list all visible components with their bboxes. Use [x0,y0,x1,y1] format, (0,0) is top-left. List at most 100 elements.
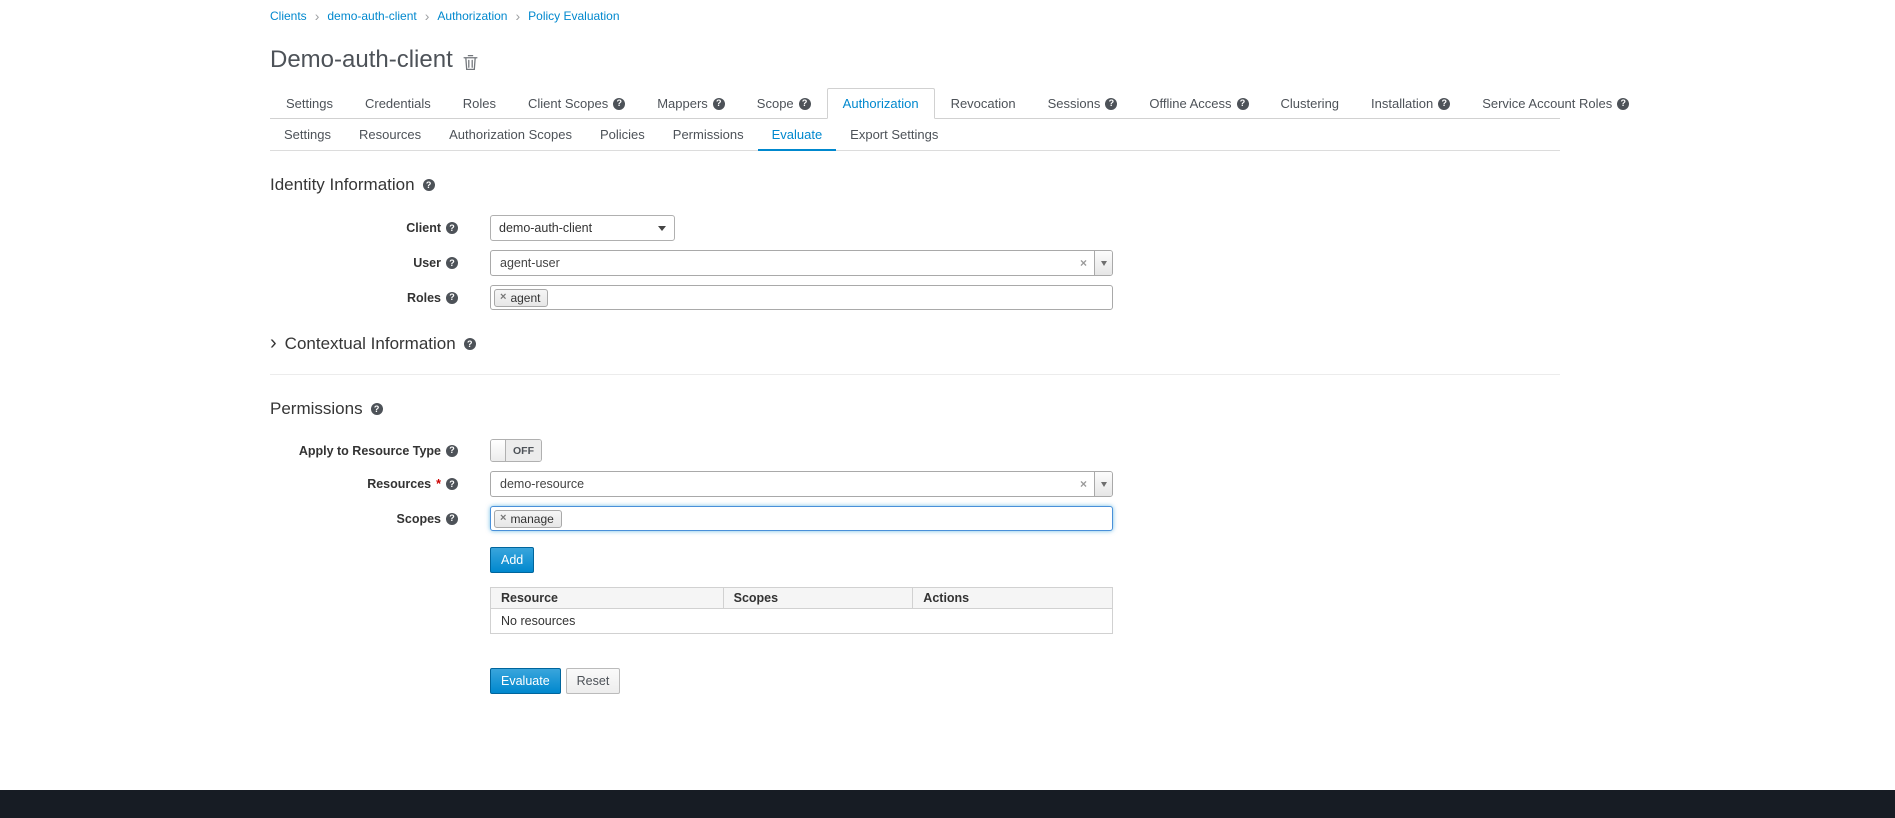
form-actions: Evaluate Reset [490,668,1560,734]
contextual-information-heading[interactable]: Contextual Information [270,334,1560,354]
resources-combobox[interactable]: demo-resource [490,471,1113,497]
tab-label: Installation [1371,96,1433,111]
user-dropdown-button[interactable] [1094,251,1112,275]
help-icon [1237,98,1249,110]
tab-sessions[interactable]: Sessions [1032,88,1134,119]
help-icon [464,338,476,350]
identity-information-heading-text: Identity Information [270,175,415,195]
help-icon [613,98,625,110]
scopes-row: Scopes manage [270,506,1560,531]
sub-tabs: Settings Resources Authorization Scopes Pol… [270,119,1560,151]
tab-authorization[interactable]: Authorization [827,88,935,119]
sub-tab-evaluate[interactable]: Evaluate [758,119,837,151]
table-row: No resources [491,609,1113,634]
tab-mappers[interactable]: Mappers [641,88,741,119]
tag-remove-icon[interactable] [500,292,506,303]
scopes-multiselect[interactable]: manage [490,506,1113,531]
column-header-actions: Actions [913,588,1113,609]
tab-credentials[interactable]: Credentials [349,88,447,119]
help-icon [446,257,458,269]
help-icon [446,445,458,457]
client-select[interactable]: demo-auth-client [490,215,675,241]
help-icon [423,179,435,191]
user-row: User agent-user [270,250,1560,276]
tab-installation[interactable]: Installation [1355,88,1466,119]
scopes-label-text: Scopes [397,512,441,526]
evaluate-button[interactable]: Evaluate [490,668,561,694]
breadcrumb-link-authorization[interactable]: Authorization [437,9,507,23]
user-combobox[interactable]: agent-user [490,250,1113,276]
chevron-down-icon [1101,482,1107,487]
reset-button[interactable]: Reset [566,668,621,694]
tab-label: Offline Access [1149,96,1231,111]
bottom-bar [0,790,1895,818]
tab-settings[interactable]: Settings [270,88,349,119]
help-icon [446,478,458,490]
tab-label: Settings [284,127,331,142]
delete-client-button[interactable] [463,54,478,71]
tag-manage: manage [494,510,562,528]
results-header-row: ResourceScopesActions [491,588,1113,609]
tab-offline-access[interactable]: Offline Access [1133,88,1264,119]
trash-icon [463,54,478,71]
apply-to-resource-type-toggle[interactable]: OFF [490,439,542,462]
apply-to-resource-type-row: Apply to Resource Type OFF [270,439,1560,462]
sub-tab-policies[interactable]: Policies [586,119,659,151]
empty-table-message: No resources [491,609,1113,634]
breadcrumb-separator-icon [425,8,430,24]
tab-label: Sessions [1048,96,1101,111]
main-tabs: Settings CredentialsRoles Client Scopes Map… [270,88,1560,119]
tab-roles[interactable]: Roles [447,88,512,119]
tab-label: Service Account Roles [1482,96,1612,111]
identity-information-heading: Identity Information [270,175,1560,195]
sub-tab-permissions[interactable]: Permissions [659,119,758,151]
breadcrumb-link-policy-evaluation[interactable]: Policy Evaluation [528,9,619,23]
toggle-state-label: OFF [506,440,541,461]
add-button[interactable]: Add [490,547,534,573]
resources-row: Resources demo-resource [270,471,1560,497]
tab-label: Client Scopes [528,96,608,111]
resources-label-text: Resources [367,477,431,491]
tag-label: agent [510,291,540,305]
permissions-heading: Permissions [270,399,1560,419]
tab-clustering[interactable]: Clustering [1265,88,1356,119]
sub-tab-resources[interactable]: Resources [345,119,435,151]
resources-dropdown-button[interactable] [1094,472,1112,496]
breadcrumb-link-clients[interactable]: Clients [270,9,307,23]
sub-tab-settings[interactable]: Settings [270,119,345,151]
tag-remove-icon[interactable] [500,513,506,524]
clear-user-icon[interactable] [1073,251,1094,275]
breadcrumb: Clients demo-auth-client Authorization Poli… [270,8,1560,24]
column-header-resource: Resource [491,588,724,609]
help-icon [446,513,458,525]
roles-multiselect[interactable]: agent [490,285,1113,310]
tab-label: Authorization Scopes [449,127,572,142]
sub-tab-authorization-scopes[interactable]: Authorization Scopes [435,119,586,151]
tab-label: Mappers [657,96,708,111]
roles-label-text: Roles [407,291,441,305]
client-select-value: demo-auth-client [499,221,592,235]
chevron-down-icon [1101,261,1107,266]
tag-agent: agent [494,289,548,307]
help-icon [1105,98,1117,110]
section-divider [270,374,1560,375]
column-header-scopes: Scopes [723,588,913,609]
apply-to-resource-type-label: Apply to Resource Type [270,444,458,458]
breadcrumb-link-demo-auth-client[interactable]: demo-auth-client [327,9,416,23]
tab-label: Authorization [843,96,919,111]
tab-label: Settings [286,96,333,111]
tab-scope[interactable]: Scope [741,88,827,119]
resources-combobox-value: demo-resource [491,472,1073,496]
required-indicator [436,477,441,491]
sub-tab-export-settings[interactable]: Export Settings [836,119,952,151]
resources-table: ResourceScopesActions No resources [490,587,1113,634]
chevron-right-icon [270,334,277,354]
help-icon [1438,98,1450,110]
tab-revocation[interactable]: Revocation [935,88,1032,119]
tab-label: Export Settings [850,127,938,142]
clear-resources-icon[interactable] [1073,472,1094,496]
tab-service-account-roles[interactable]: Service Account Roles [1466,88,1645,119]
tab-client-scopes[interactable]: Client Scopes [512,88,641,119]
resources-label: Resources [270,477,458,491]
client-label: Client [270,221,458,235]
